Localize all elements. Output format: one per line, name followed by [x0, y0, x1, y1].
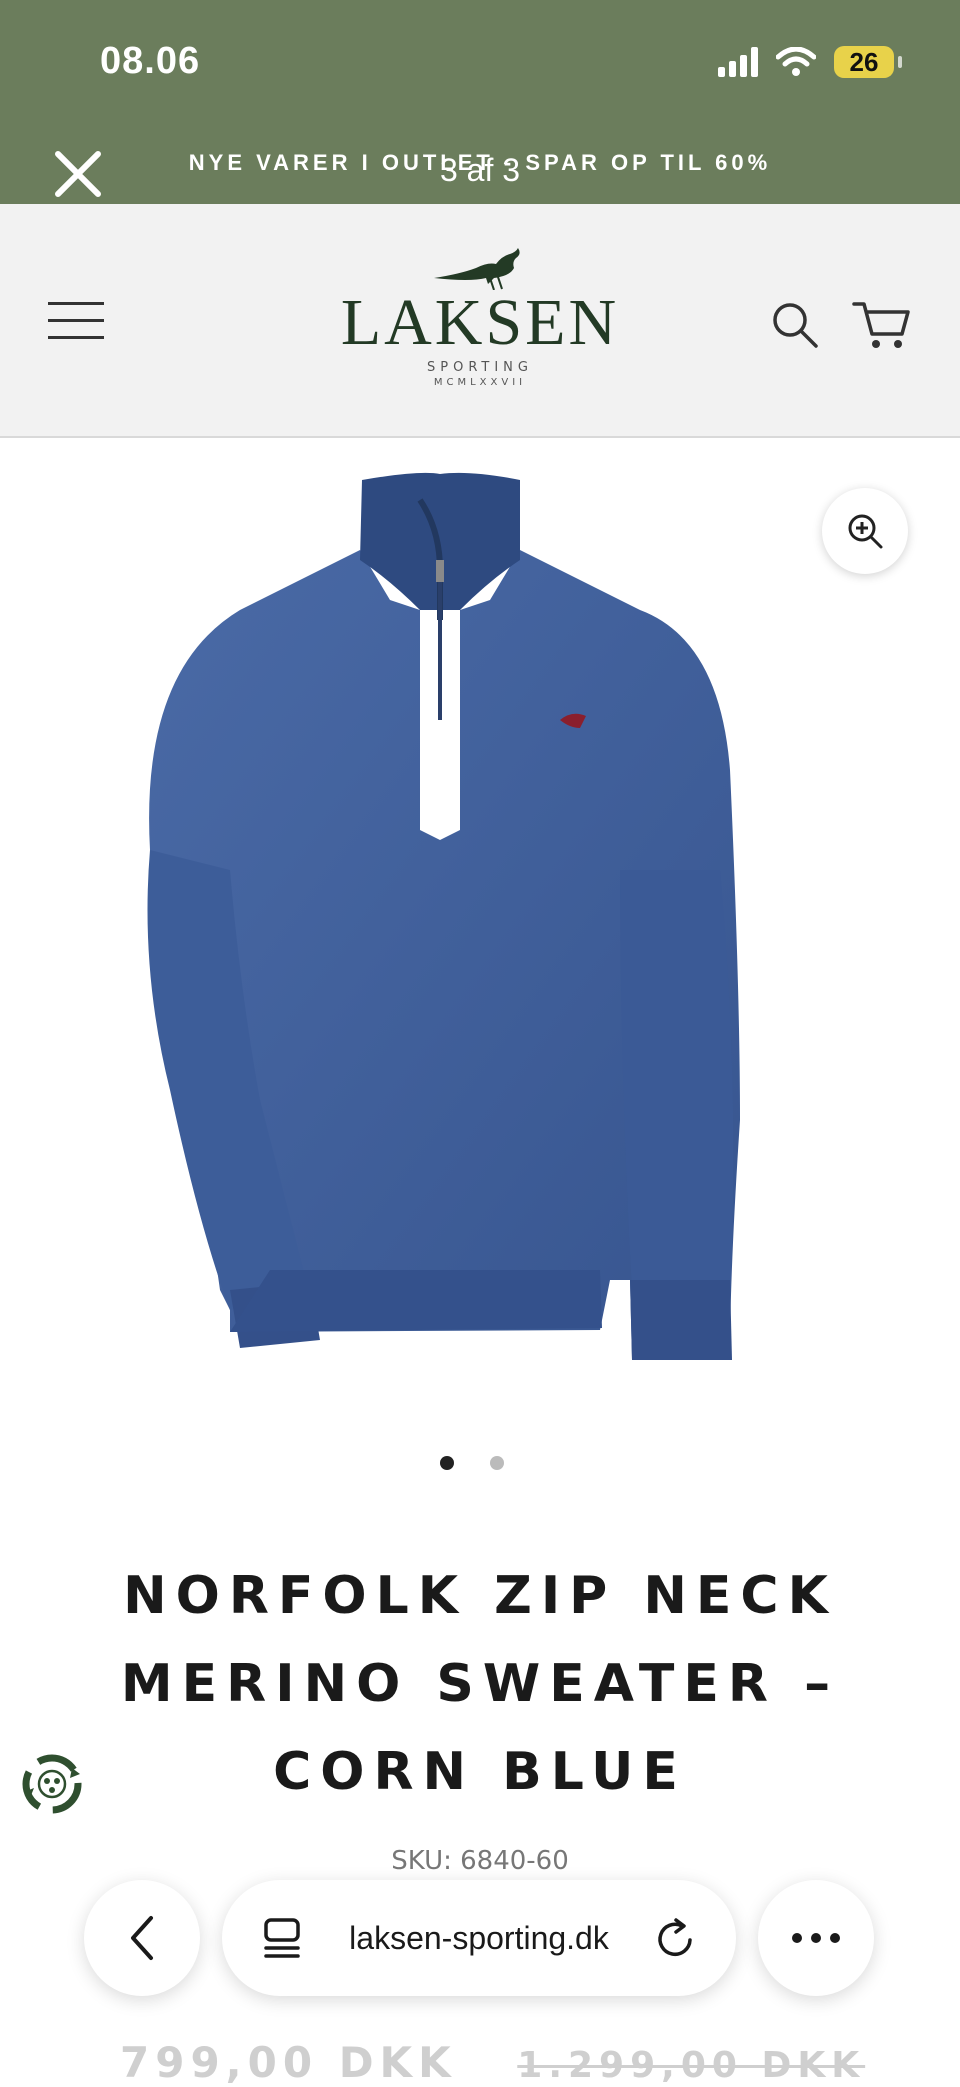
logo-subtitle: SPORTING [427, 360, 533, 375]
zoom-in-icon [848, 514, 883, 549]
product-image-sweater[interactable] [120, 470, 820, 1370]
status-time: 08.06 [100, 40, 201, 82]
pheasant-logo-icon [434, 248, 520, 290]
address-bar[interactable]: laksen-sporting.dk [222, 1880, 736, 1996]
more-icon [792, 1933, 840, 1943]
reload-icon[interactable] [656, 1916, 696, 1960]
status-icons: 26 [718, 46, 902, 78]
chevron-left-icon [131, 1916, 153, 1960]
site-logo[interactable]: LAKSEN SPORTING MCMLXXVII [310, 244, 650, 404]
product-old-price: 1.299,00 DKK [517, 2045, 866, 2086]
zoom-button[interactable] [822, 488, 908, 574]
battery-icon: 26 [834, 46, 902, 78]
tab-icon [264, 1918, 300, 1958]
hamburger-icon[interactable] [48, 302, 104, 342]
product-title: NORFOLK ZIP NECK MERINO SWEATER – CORN B… [120, 1566, 840, 1802]
search-icon[interactable] [770, 300, 820, 350]
product-price: 799,00 DKK [120, 2038, 457, 2087]
image-carousel-dots [440, 1456, 504, 1470]
url-text[interactable]: laksen-sporting.dk [349, 1920, 609, 1957]
carousel-dot[interactable] [490, 1456, 504, 1470]
back-button[interactable] [84, 1880, 200, 1996]
logo-wordmark: LAKSEN [340, 286, 620, 359]
more-button[interactable] [758, 1880, 874, 1996]
cart-icon[interactable] [852, 298, 912, 352]
site-header: LAKSEN SPORTING MCMLXXVII [0, 204, 960, 438]
price-row: 799,00 DKK 1.299,00 DKK [120, 2038, 865, 2087]
wifi-icon [776, 47, 816, 76]
top-announcement-band: 08.06 26 NYE VARER I OUTLET - SPAR OP TI… [0, 0, 960, 204]
carousel-dot[interactable] [440, 1456, 454, 1470]
image-pager-counter: 3 af 3 [439, 152, 521, 188]
browser-toolbar: laksen-sporting.dk [0, 1870, 960, 2000]
signal-icon [718, 47, 758, 77]
recycle-icon[interactable] [16, 1748, 88, 1820]
logo-year: MCMLXXVII [433, 377, 527, 388]
battery-level: 26 [849, 46, 879, 77]
